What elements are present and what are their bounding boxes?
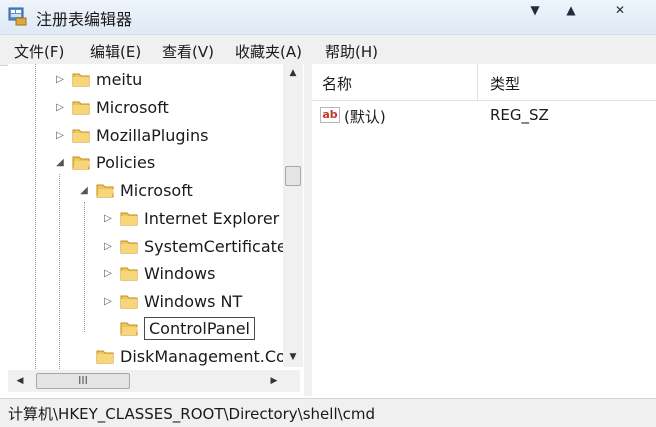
- folder-icon: [96, 350, 114, 364]
- open-folder-icon: [96, 184, 114, 198]
- scroll-up-arrow-icon[interactable]: ▲: [283, 68, 303, 78]
- open-folder-icon: [120, 322, 138, 336]
- expand-arrow-icon[interactable]: ▷: [102, 241, 114, 252]
- key-tree[interactable]: ▷ meitu ▷ Microsoft ▷ MozillaPlugins ◢ P…: [8, 64, 309, 375]
- tree-node-label: Windows NT: [144, 291, 243, 311]
- menu-favorites[interactable]: 收藏夹(A): [235, 41, 302, 62]
- list-header: 名称 类型: [312, 64, 656, 101]
- tree-node-label: Windows: [144, 263, 216, 283]
- value-list[interactable]: 名称 类型 ab (默认) REG_SZ: [312, 64, 656, 396]
- tree-node-label: SystemCertificates: [144, 236, 296, 256]
- window-title: 注册表编辑器: [36, 10, 133, 29]
- expand-arrow-icon[interactable]: ▷: [54, 130, 66, 141]
- status-path: 计算机\HKEY_CLASSES_ROOT\Directory\shell\cm…: [8, 405, 376, 423]
- folder-icon: [72, 73, 90, 87]
- scroll-left-arrow-icon[interactable]: ◀: [10, 376, 30, 386]
- title-bar: 注册表编辑器 ▼ ▲ ✕: [0, 0, 656, 34]
- column-header-name[interactable]: 名称: [322, 73, 352, 94]
- tree-node-label: MozillaPlugins: [96, 125, 209, 145]
- tree-node-meitu[interactable]: ▷ meitu: [54, 66, 142, 92]
- folder-icon: [72, 101, 90, 115]
- folder-icon: [120, 267, 138, 281]
- tree-guide-line: [84, 202, 85, 332]
- close-button[interactable]: ✕: [600, 0, 640, 22]
- tree-guide-line: [35, 64, 36, 375]
- expand-arrow-icon[interactable]: ▷: [102, 268, 114, 279]
- tree-node-label: Policies: [96, 152, 156, 172]
- minimize-icon: ▼: [530, 3, 540, 17]
- expand-arrow-icon[interactable]: ▷: [54, 102, 66, 113]
- maximize-icon: ▲: [566, 3, 576, 17]
- folder-icon: [120, 295, 138, 309]
- close-icon: ✕: [614, 3, 626, 17]
- value-type: REG_SZ: [490, 106, 549, 124]
- tree-node-microsoft[interactable]: ▷ Microsoft: [54, 94, 169, 120]
- minimize-button[interactable]: ▼: [520, 0, 550, 22]
- collapse-arrow-icon[interactable]: ◢: [54, 157, 66, 168]
- tree-node-mozillaplugins[interactable]: ▷ MozillaPlugins: [54, 122, 208, 148]
- regedit-icon: [8, 7, 27, 26]
- tree-node-internet-explorer[interactable]: ▷ Internet Explorer: [102, 205, 279, 231]
- expand-arrow-icon[interactable]: ▷: [102, 213, 114, 224]
- pane-splitter[interactable]: [304, 64, 312, 396]
- tree-node-controlpanel[interactable]: ControlPanel: [120, 315, 255, 341]
- tree-node-windows[interactable]: ▷ Windows: [102, 260, 215, 286]
- tree-node-label: Internet Explorer: [144, 208, 280, 228]
- menu-bar: 文件(F) 编辑(E) 查看(V) 收藏夹(A) 帮助(H): [0, 34, 656, 66]
- scroll-thumb[interactable]: III: [36, 373, 130, 389]
- scroll-grip: III: [78, 374, 88, 387]
- folder-icon: [120, 240, 138, 254]
- tree-vertical-scrollbar[interactable]: ▲ ▼: [283, 64, 303, 367]
- tree-guide-line: [59, 174, 60, 375]
- folder-icon: [120, 212, 138, 226]
- tree-node-diskmanagement[interactable]: DiskManagement.Cor: [96, 343, 292, 369]
- menu-file[interactable]: 文件(F): [14, 41, 64, 62]
- tree-node-label-selected: ControlPanel: [144, 316, 255, 340]
- tree-node-policies-microsoft[interactable]: ◢ Microsoft: [78, 177, 193, 203]
- menu-edit[interactable]: 编辑(E): [90, 41, 141, 62]
- tree-node-policies[interactable]: ◢ Policies: [54, 149, 155, 175]
- expand-arrow-icon[interactable]: ▷: [102, 296, 114, 307]
- column-divider[interactable]: [477, 64, 478, 100]
- tree-node-systemcertificates[interactable]: ▷ SystemCertificates: [102, 233, 295, 259]
- expand-arrow-icon[interactable]: ▷: [54, 74, 66, 85]
- scroll-right-arrow-icon[interactable]: ▶: [264, 376, 284, 386]
- tree-node-windows-nt[interactable]: ▷ Windows NT: [102, 288, 242, 314]
- menu-help[interactable]: 帮助(H): [325, 41, 378, 62]
- maximize-button[interactable]: ▲: [556, 0, 586, 22]
- tree-horizontal-scrollbar[interactable]: ◀ III ▶: [8, 370, 300, 392]
- status-bar: 计算机\HKEY_CLASSES_ROOT\Directory\shell\cm…: [0, 398, 656, 427]
- tree-node-label: DiskManagement.Cor: [120, 346, 293, 366]
- value-name: (默认): [344, 108, 386, 126]
- collapse-arrow-icon[interactable]: ◢: [78, 185, 90, 196]
- list-item[interactable]: ab (默认) REG_SZ: [312, 102, 656, 130]
- menu-view[interactable]: 查看(V): [162, 41, 214, 62]
- folder-icon: [72, 129, 90, 143]
- open-folder-icon: [72, 156, 90, 170]
- tree-node-label: Microsoft: [96, 97, 169, 117]
- tree-node-label: Microsoft: [120, 180, 193, 200]
- scroll-thumb[interactable]: [285, 166, 301, 186]
- string-value-icon: ab: [320, 107, 340, 123]
- scroll-down-arrow-icon[interactable]: ▼: [283, 352, 303, 362]
- tree-node-label: meitu: [96, 69, 143, 89]
- column-header-type[interactable]: 类型: [490, 73, 520, 94]
